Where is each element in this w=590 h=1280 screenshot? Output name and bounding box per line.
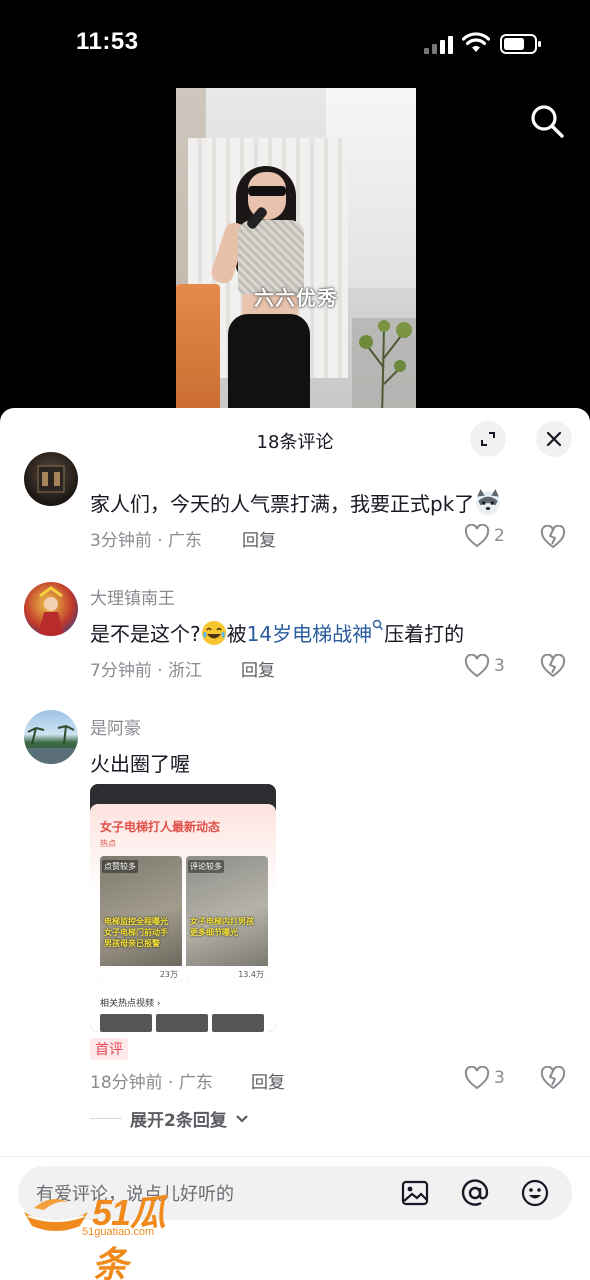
watermark-url: 51guatiao.com bbox=[82, 1226, 155, 1238]
hot-topic-title: 女子电梯打人最新动态 bbox=[100, 820, 221, 834]
comment-text: 家人们，今天的人气票打满，我要正式pk了 bbox=[90, 488, 502, 517]
heart-icon bbox=[464, 524, 490, 548]
fullscreen-button[interactable] bbox=[470, 421, 506, 457]
comment-text-content: 家人们，今天的人气票打满，我要正式pk了 bbox=[90, 492, 475, 516]
video-caption: 六六优秀 bbox=[254, 286, 338, 310]
comment-sheet: 18条评论 家人们，今天的人气票打满，我要正式pk了 3分钟前 · 广东 回复 bbox=[0, 408, 590, 1280]
chevron-down-icon bbox=[236, 1114, 248, 1123]
comment-time-location: 3分钟前 · 广东 bbox=[90, 531, 203, 551]
like-count: 2 bbox=[494, 526, 505, 546]
thumb-overlay-text: 女子电梯内打男孩 更多细节曝光 bbox=[190, 917, 254, 937]
avatar[interactable] bbox=[24, 452, 78, 506]
emoji-icon[interactable] bbox=[520, 1178, 550, 1208]
heart-icon bbox=[464, 1066, 490, 1090]
thumb-label: 评论较多 bbox=[188, 860, 224, 873]
watermark-logo: 51瓜条 51guatiao.com bbox=[20, 1186, 200, 1280]
sheet-header: 18条评论 bbox=[0, 408, 590, 470]
thumb-likes: 23万 bbox=[100, 966, 182, 982]
broken-heart-icon[interactable] bbox=[540, 654, 566, 678]
expand-replies-button[interactable]: 展开2条回复 bbox=[90, 1106, 249, 1131]
husky-emoji-icon bbox=[476, 489, 501, 515]
comment-time-location: 7分钟前 · 浙江 bbox=[90, 661, 203, 681]
like-button[interactable]: 3 bbox=[464, 1066, 505, 1090]
first-comment-badge: 首评 bbox=[90, 1038, 128, 1060]
status-time: 11:53 bbox=[76, 28, 139, 55]
close-icon bbox=[546, 431, 562, 447]
hot-topic-thumb: 点赞较多 电梯监控全程曝光 女子电梯门前动手 男孩母亲已报警 23万 bbox=[100, 856, 182, 982]
search-small-icon bbox=[372, 619, 384, 630]
expand-replies-label: 展开2条回复 bbox=[130, 1111, 227, 1131]
mention-icon[interactable] bbox=[460, 1178, 490, 1208]
heart-icon bbox=[464, 654, 490, 678]
like-button[interactable]: 3 bbox=[464, 654, 505, 678]
thumb-overlay-text: 电梯监控全程曝光 女子电梯门前动手 男孩母亲已报警 bbox=[104, 917, 168, 948]
comment-image[interactable]: 女子电梯打人最新动态 热点 点赞较多 电梯监控全程曝光 女子电梯门前动手 男孩母… bbox=[90, 784, 276, 1032]
battery-icon bbox=[500, 34, 541, 54]
wifi-icon bbox=[462, 32, 490, 52]
comment-username[interactable]: 是阿豪 bbox=[90, 714, 141, 739]
like-count: 3 bbox=[494, 656, 505, 676]
like-button[interactable]: 2 bbox=[464, 524, 505, 548]
reply-button[interactable]: 回复 bbox=[251, 1068, 285, 1093]
comment-text-part: 是不是这个? bbox=[90, 622, 201, 646]
broken-heart-icon[interactable] bbox=[540, 1066, 566, 1090]
thumb-likes: 13.4万 bbox=[186, 966, 268, 982]
reply-button[interactable]: 回复 bbox=[242, 526, 276, 551]
image-icon[interactable] bbox=[400, 1178, 430, 1208]
broken-heart-icon[interactable] bbox=[540, 525, 566, 549]
topic-link-text: 14岁电梯战神 bbox=[246, 622, 373, 646]
like-count: 3 bbox=[494, 1068, 505, 1088]
related-videos-label: 相关热点视频 › bbox=[100, 999, 161, 1009]
laughing-tears-emoji-icon bbox=[201, 621, 226, 645]
hot-topic-subtitle: 热点 bbox=[100, 839, 116, 848]
video-player[interactable]: 六六优秀 bbox=[176, 88, 416, 418]
avatar[interactable] bbox=[24, 710, 78, 764]
comment-text-part: 压着打的 bbox=[384, 622, 465, 646]
comment-text-part: 被 bbox=[226, 622, 247, 646]
expand-icon bbox=[481, 432, 495, 446]
hot-topic-thumb: 评论较多 女子电梯内打男孩 更多细节曝光 13.4万 bbox=[186, 856, 268, 982]
reply-button[interactable]: 回复 bbox=[241, 656, 275, 681]
status-bar: 11:53 bbox=[0, 0, 590, 88]
comment-username[interactable]: 大理镇南王 bbox=[90, 584, 175, 609]
comment-time-location: 18分钟前 · 广东 bbox=[90, 1073, 213, 1093]
cellular-signal-icon bbox=[424, 34, 454, 54]
avatar[interactable] bbox=[24, 582, 78, 636]
comment-text: 火出圈了喔 bbox=[90, 752, 190, 776]
topic-link[interactable]: 14岁电梯战神 bbox=[246, 619, 384, 646]
comment-text: 是不是这个? 被14岁电梯战神 压着打的 bbox=[90, 618, 464, 647]
search-icon[interactable] bbox=[528, 102, 566, 140]
thumb-label: 点赞较多 bbox=[102, 860, 138, 873]
close-button[interactable] bbox=[536, 421, 572, 457]
hot-topic-card: 女子电梯打人最新动态 热点 点赞较多 电梯监控全程曝光 女子电梯门前动手 男孩母… bbox=[90, 804, 276, 1032]
